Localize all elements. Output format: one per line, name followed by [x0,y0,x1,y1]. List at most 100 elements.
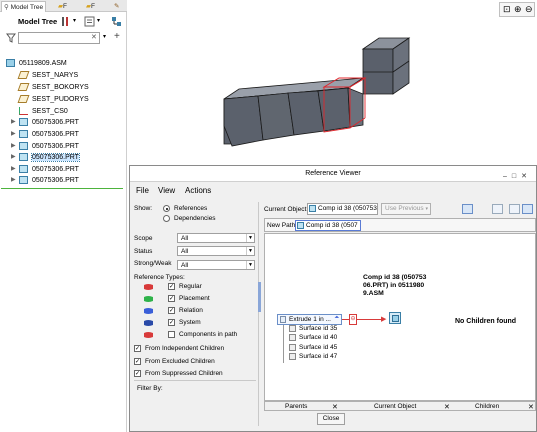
placement-swatch-icon [144,296,153,302]
dialog-title: Reference Viewer [305,170,361,177]
tree-view-icon[interactable] [492,204,503,214]
surface-item[interactable]: Surface id 45 [289,344,337,351]
tree-line [283,325,284,363]
tools-icon[interactable] [60,16,71,27]
splitter-handle[interactable] [258,282,261,312]
tree-item-part-1[interactable]: 05075306.PRT [19,117,79,128]
part-icon [19,118,28,127]
reference-graph-pane: Current Object: Comp id 38 (050753 Use P… [262,202,537,432]
new-path-breadcrumb[interactable]: Comp id 38 (0507 [295,220,361,231]
tree-item-part-6[interactable]: 05075306.PRT [19,175,79,186]
expand-arrow-icon[interactable]: ▶ [11,164,17,175]
tree-item-part-4-selected[interactable]: 05075306.PRT [19,152,80,163]
tree-item-part-2[interactable]: 05075306.PRT [19,129,79,140]
assembly-icon [6,59,15,68]
suppressed-children-checkbox[interactable]: ✓ [134,370,141,377]
surface-label: Surface id 45 [299,344,338,352]
search-input[interactable] [18,32,100,44]
layout-view-icon[interactable] [462,204,473,214]
graphics-window[interactable]: ⊡ ⊕ ⊖ [128,0,537,160]
parent-feature-node[interactable]: Extrude 1 in ... ⏶ [277,314,342,325]
menu-view[interactable]: View [158,186,175,195]
excluded-children-checkbox[interactable]: ✓ [134,358,141,365]
excluded-children-label: From Excluded Children [145,358,215,365]
tree-item-part-3[interactable]: 05075306.PRT [19,141,79,152]
menu-file[interactable]: File [136,186,149,195]
tab-current-object[interactable]: Current Object [374,403,416,410]
tab-settings[interactable]: ✎ [114,1,126,12]
part-icon [392,315,399,322]
clear-icon[interactable]: ✕ [91,33,97,41]
current-object-close-icon[interactable]: ✕ [444,403,450,411]
references-radio[interactable] [163,205,170,212]
arrow-right-icon: ▶ [381,316,387,323]
tree-item-plane-bokorys[interactable]: SEST_BOKORYS [17,82,89,93]
relation-checkbox[interactable]: ✓ [168,307,175,314]
surface-item[interactable]: Surface id 40 [289,334,337,341]
insert-here-marker[interactable] [1,188,123,189]
tree-item-csys[interactable]: SEST_CS0 [19,106,68,117]
model-tree-tab-icon: ⚲ [4,4,9,11]
current-object-node[interactable] [389,312,401,324]
minimize-icon[interactable]: – [503,173,512,180]
strong-weak-select[interactable]: All ▼ [177,260,255,270]
tree-item-label: 05075306.PRT [32,177,79,184]
add-column-icon[interactable]: + [114,31,120,42]
split-view-icon[interactable] [509,204,520,214]
pane-splitter[interactable] [258,202,259,426]
chevron-down-icon-2[interactable]: ▾ [97,17,100,24]
relation-label: Relation [179,307,203,314]
expand-arrow-icon[interactable]: ▶ [11,129,17,140]
components-in-path-checkbox[interactable] [168,331,175,338]
dependencies-label: Dependencies [174,215,216,222]
surface-item[interactable]: Surface id 47 [289,353,337,360]
chevron-down-icon[interactable]: ▾ [73,17,76,24]
reference-graph-canvas[interactable]: Extrude 1 in ... ⏶ Surface id 35 Surface… [264,233,536,401]
current-object-button[interactable]: Comp id 38 (050753 [307,203,378,215]
tab-folder-browser[interactable]: ▰F [58,1,72,12]
tree-item-part-5[interactable]: 05075306.PRT [19,164,79,175]
maximize-icon[interactable]: □ [512,173,521,180]
tab-children[interactable]: Children [475,403,499,410]
part-icon [19,176,28,185]
tab-favorites[interactable]: ▰F [86,1,100,12]
tab-model-tree[interactable]: ⚲ Model Tree [1,1,46,12]
suppressed-children-label: From Suppressed Children [145,370,223,377]
tree-settings-icon[interactable] [111,16,122,27]
placement-checkbox[interactable]: ✓ [168,295,175,302]
model-tree-panel: ⚲ Model Tree ▰F ▰F ✎ Model Tree ▾ ▾ ✕ ▾ … [0,0,127,432]
filter-icon[interactable] [6,33,16,43]
independent-children-checkbox[interactable]: ✓ [134,345,141,352]
dialog-title-bar[interactable]: Reference Viewer –□✕ [130,166,536,182]
close-icon[interactable]: ✕ [521,173,532,180]
expand-arrow-icon[interactable]: ▶ [11,141,17,152]
close-button[interactable]: Close [317,413,345,425]
dependencies-radio[interactable] [163,215,170,222]
tree-item-plane-pudorys[interactable]: SEST_PUDORYS [17,94,89,105]
collapse-icon[interactable]: ⏶ [334,315,339,322]
tree-item-plane-narys[interactable]: SEST_NARYS [17,70,78,81]
list-view-icon[interactable] [522,204,533,214]
model-tree-title: Model Tree [18,17,58,26]
show-menu-icon[interactable] [84,16,95,27]
tree-item-root[interactable]: 05119809.ASM [6,58,67,69]
parents-close-icon[interactable]: ✕ [332,403,338,411]
independent-children-label: From Independent Children [145,345,225,352]
regular-checkbox[interactable]: ✓ [168,283,175,290]
tab-model-tree-label: Model Tree [10,4,44,11]
expand-arrow-icon[interactable]: ▶ [11,175,17,186]
use-previous-button[interactable]: Use Previous ▾ [381,203,431,215]
children-close-icon[interactable]: ✕ [528,403,534,411]
expand-arrow-icon[interactable]: ▶ [11,152,17,163]
chevron-down-icon-3[interactable]: ▾ [103,33,106,40]
surface-item[interactable]: Surface id 35 [289,325,337,332]
tab-parents[interactable]: Parents [285,403,307,410]
menu-actions[interactable]: Actions [185,186,211,195]
status-select[interactable]: All ▼ [177,246,255,256]
expand-references-icon[interactable]: ⊖ [349,314,357,325]
part-icon [19,153,28,162]
system-checkbox[interactable]: ✓ [168,319,175,326]
scope-select[interactable]: All ▼ [177,233,255,243]
expand-arrow-icon[interactable]: ▶ [11,117,17,128]
use-previous-label: Use Previous [385,205,424,212]
